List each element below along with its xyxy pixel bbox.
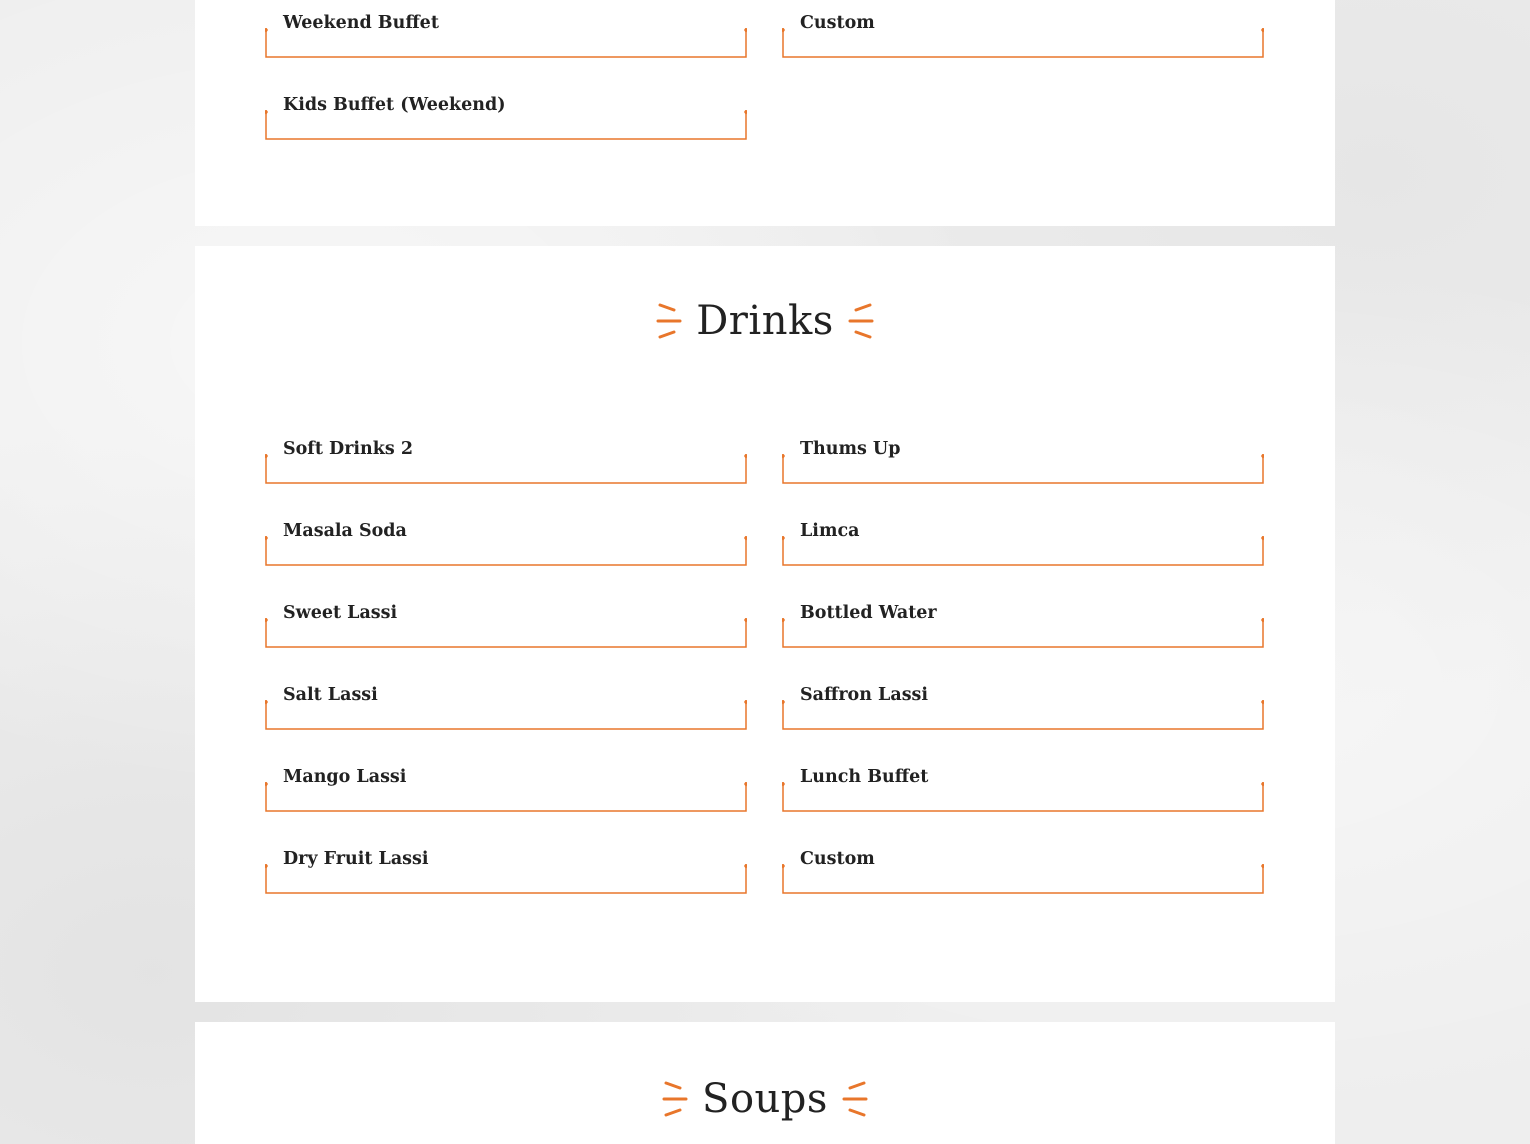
sparkle-left-icon bbox=[656, 301, 682, 341]
section-heading: Soups bbox=[195, 1076, 1335, 1122]
item-bracket-border bbox=[265, 110, 747, 140]
menu-item-limca[interactable]: Limca bbox=[782, 518, 1264, 566]
buffet-menu-section: Weekend Buffet Custom Kids Buffet (Weeke… bbox=[195, 0, 1335, 226]
item-bracket-border bbox=[782, 536, 1264, 566]
item-bracket-border bbox=[782, 454, 1264, 484]
item-bracket-border bbox=[782, 28, 1264, 58]
section-title: Soups bbox=[702, 1076, 828, 1122]
menu-item-sweet-lassi[interactable]: Sweet Lassi bbox=[265, 600, 747, 648]
menu-item-masala-soda[interactable]: Masala Soda bbox=[265, 518, 747, 566]
item-bracket-border bbox=[265, 700, 747, 730]
menu-item-kids-buffet-weekend[interactable]: Kids Buffet (Weekend) bbox=[265, 92, 747, 140]
item-bracket-border bbox=[265, 618, 747, 648]
menu-item-mango-lassi[interactable]: Mango Lassi bbox=[265, 764, 747, 812]
menu-item-salt-lassi[interactable]: Salt Lassi bbox=[265, 682, 747, 730]
menu-item-thums-up[interactable]: Thums Up bbox=[782, 436, 1264, 484]
soups-menu-section: Soups bbox=[195, 1022, 1335, 1144]
item-bracket-border bbox=[265, 864, 747, 894]
menu-item-custom[interactable]: Custom bbox=[782, 846, 1264, 894]
sparkle-left-icon bbox=[662, 1079, 688, 1119]
item-bracket-border bbox=[782, 864, 1264, 894]
menu-item-weekend-buffet[interactable]: Weekend Buffet bbox=[265, 10, 747, 58]
menu-item-dry-fruit-lassi[interactable]: Dry Fruit Lassi bbox=[265, 846, 747, 894]
section-title: Drinks bbox=[696, 298, 834, 344]
item-bracket-border bbox=[265, 454, 747, 484]
item-bracket-border bbox=[782, 782, 1264, 812]
item-bracket-border bbox=[265, 536, 747, 566]
item-bracket-border bbox=[782, 618, 1264, 648]
item-bracket-border bbox=[265, 28, 747, 58]
sparkle-right-icon bbox=[842, 1079, 868, 1119]
item-bracket-border bbox=[782, 700, 1264, 730]
menu-item-lunch-buffet[interactable]: Lunch Buffet bbox=[782, 764, 1264, 812]
section-heading: Drinks bbox=[195, 298, 1335, 344]
sparkle-right-icon bbox=[848, 301, 874, 341]
item-bracket-border bbox=[265, 782, 747, 812]
drinks-menu-section: Drinks Soft Drinks 2 Thums Up Masala Sod… bbox=[195, 246, 1335, 1002]
menu-item-bottled-water[interactable]: Bottled Water bbox=[782, 600, 1264, 648]
menu-item-custom[interactable]: Custom bbox=[782, 10, 1264, 58]
menu-item-soft-drinks-2[interactable]: Soft Drinks 2 bbox=[265, 436, 747, 484]
menu-item-saffron-lassi[interactable]: Saffron Lassi bbox=[782, 682, 1264, 730]
